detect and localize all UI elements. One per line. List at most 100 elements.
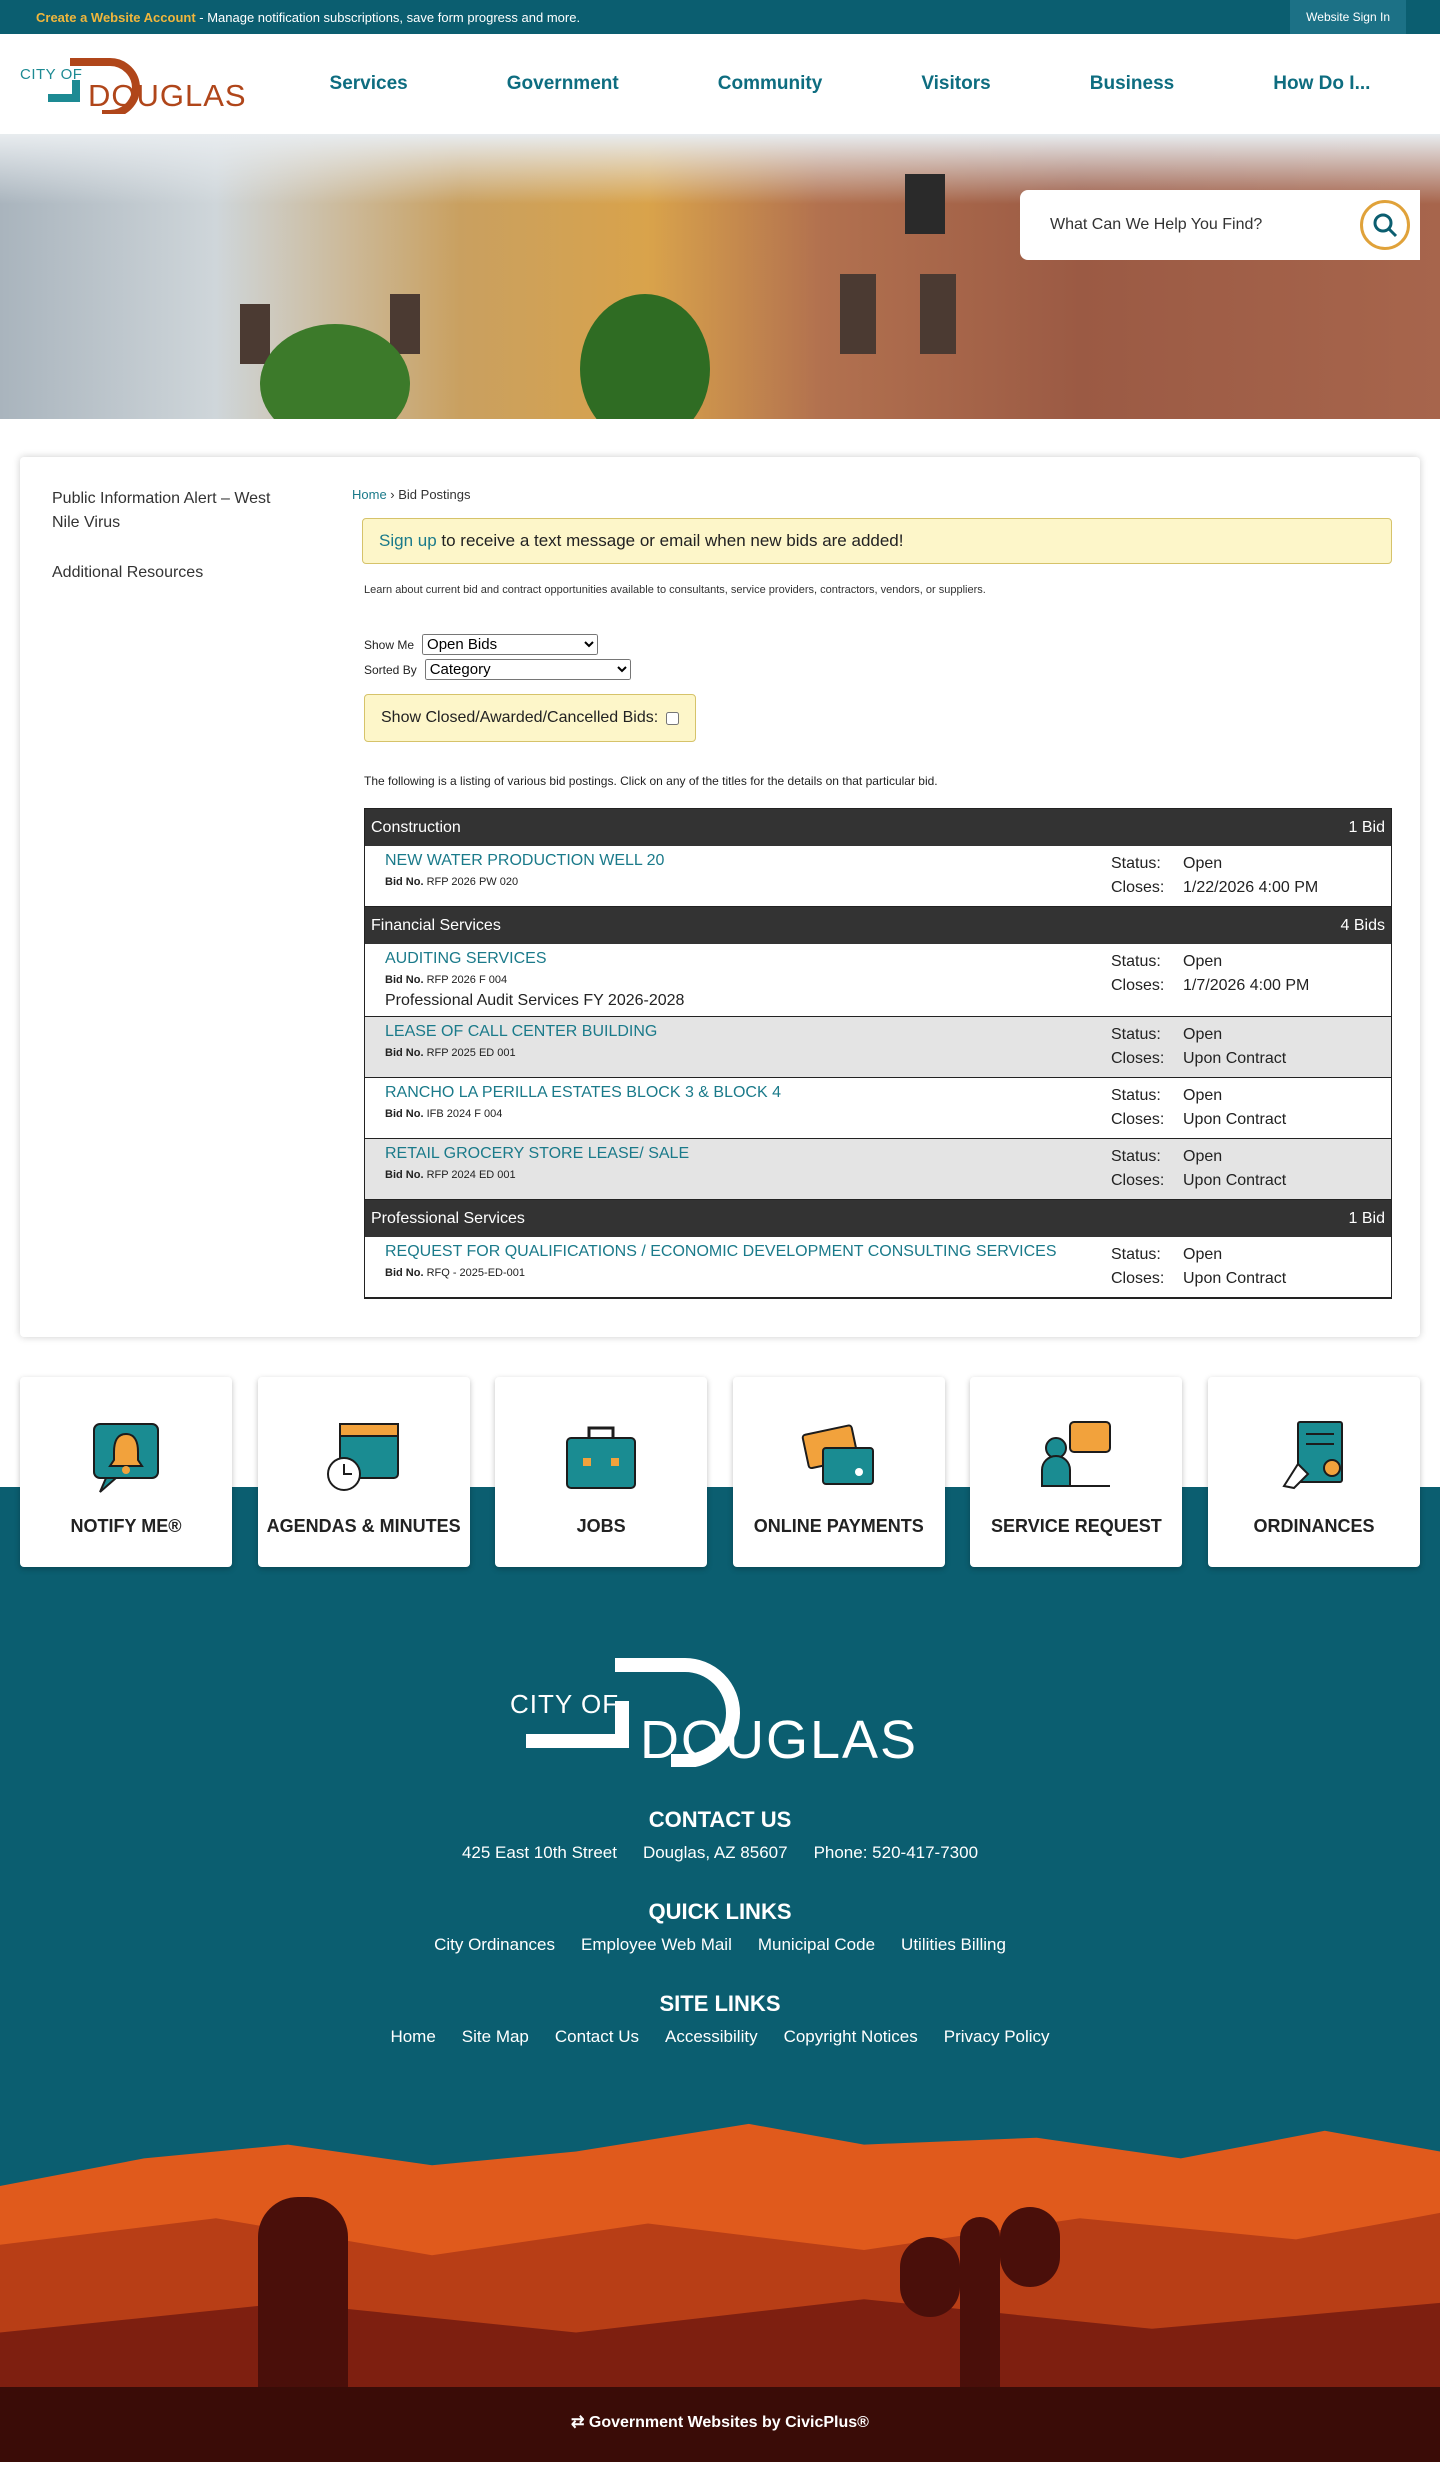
bid-title-link[interactable]: REQUEST FOR QUALIFICATIONS / ECONOMIC DE… — [385, 1243, 1057, 1260]
hero-window — [390, 294, 420, 354]
status-value: Open — [1183, 1026, 1223, 1043]
footer-site-link[interactable]: Contact Us — [555, 2027, 639, 2047]
status-label: Status: — [1111, 953, 1161, 970]
show-closed-checkbox[interactable] — [666, 711, 680, 725]
nav-visitors[interactable]: Visitors — [921, 73, 990, 95]
footer-site-link[interactable]: Accessibility — [665, 2027, 758, 2047]
contact-title: CONTACT US — [648, 1807, 792, 1832]
bid-closes-line: Closes: Upon Contract — [1111, 1267, 1371, 1291]
signup-link[interactable]: Sign up — [379, 531, 437, 550]
credits-text: Government Websites by CivicPlus® — [588, 2414, 869, 2431]
status-label: Status: — [1111, 1087, 1161, 1104]
breadcrumb-current: Bid Postings — [398, 487, 471, 502]
footer-site-link[interactable]: Home — [390, 2027, 435, 2047]
bid-row: AUDITING SERVICES Bid No. RFP 2026 F 004 P… — [365, 944, 1391, 1017]
closes-label: Closes: — [1111, 1270, 1165, 1287]
site-header: CITY OF DOUGLAS Services Government Commun… — [0, 34, 1440, 134]
footer-site-link[interactable]: Site Map — [462, 2027, 529, 2047]
category-count: 1 Bid — [1348, 1209, 1385, 1227]
bid-number: Bid No. RFP 2026 F 004 — [385, 974, 684, 986]
status-value: Open — [1183, 1148, 1223, 1165]
nav-business[interactable]: Business — [1090, 73, 1174, 95]
footer-quick-link[interactable]: Employee Web Mail — [581, 1935, 732, 1955]
closes-label: Closes: — [1111, 879, 1165, 896]
bid-status-line: Status: Open — [1111, 1243, 1371, 1267]
document-seal-icon — [1274, 1416, 1354, 1496]
category-name: Construction — [371, 818, 461, 836]
search-input[interactable] — [1050, 216, 1360, 234]
footer-quick-link[interactable]: City Ordinances — [434, 1935, 555, 1955]
status-value: Open — [1183, 855, 1223, 872]
footer-quick-link[interactable]: Municipal Code — [758, 1935, 875, 1955]
bid-title-link[interactable]: RETAIL GROCERY STORE LEASE/ SALE — [385, 1145, 689, 1162]
footer-logo[interactable]: CITY OF DOUGLAS — [510, 1657, 930, 1770]
closes-label: Closes: — [1111, 977, 1165, 994]
bid-status: Status: Open Closes: Upon Contract — [1111, 1023, 1371, 1071]
bid-number-value: RFP 2025 ED 001 — [426, 1047, 516, 1059]
hero-window — [240, 304, 270, 364]
footer: CITY OF DOUGLAS CONTACT US 425 East 10th… — [0, 1587, 1440, 2087]
bid-title-link[interactable]: RANCHO LA PERILLA ESTATES BLOCK 3 & BLOC… — [385, 1084, 781, 1101]
quick-link-online-payments[interactable]: ONLINE PAYMENTS — [732, 1377, 945, 1567]
footer-quick-link[interactable]: Utilities Billing — [901, 1935, 1006, 1955]
footer-site-link[interactable]: Copyright Notices — [784, 2027, 918, 2047]
credit-card-icon — [799, 1416, 879, 1496]
breadcrumb: Home › Bid Postings — [352, 487, 471, 502]
create-account-link[interactable]: Create a Website Account — [36, 10, 196, 25]
civicplus-credits[interactable]: ⇄ Government Websites by CivicPlus® — [0, 2412, 1440, 2432]
bid-number-value: IFB 2024 F 004 — [426, 1108, 503, 1120]
nav-services[interactable]: Services — [330, 73, 408, 95]
bid-status: Status: Open Closes: Upon Contract — [1111, 1084, 1371, 1132]
website-sign-in-button[interactable]: Website Sign In — [1290, 0, 1406, 34]
sorted-by-select[interactable]: Category — [424, 659, 631, 680]
bid-number-value: RFP 2026 F 004 — [426, 974, 508, 986]
search-button[interactable] — [1360, 200, 1410, 250]
quick-link-label: JOBS — [576, 1516, 626, 1536]
show-me-label: Show Me — [364, 637, 415, 652]
search-icon — [1373, 213, 1398, 238]
nav-government[interactable]: Government — [507, 73, 619, 95]
bid-closes-line: Closes: Upon Contract — [1111, 1169, 1371, 1193]
signup-text: to receive a text message or email when … — [436, 531, 904, 550]
bid-row: REQUEST FOR QUALIFICATIONS / ECONOMIC DE… — [365, 1237, 1391, 1298]
status-label: Status: — [1111, 1246, 1161, 1263]
bid-title-link[interactable]: LEASE OF CALL CENTER BUILDING — [385, 1023, 657, 1040]
closes-label: Closes: — [1111, 1172, 1165, 1189]
main-nav: Services Government Community Visitors Busin… — [240, 73, 1420, 95]
sidebar-link[interactable]: Additional Resources — [52, 561, 302, 585]
bid-filters: Show Me Open Bids Sorted By Category — [364, 634, 1392, 680]
bid-number: Bid No. RFP 2024 ED 001 — [385, 1169, 689, 1181]
bid-closes-line: Closes: 1/22/2026 4:00 PM — [1111, 876, 1371, 900]
quick-link-notify-me[interactable]: NOTIFY ME® — [20, 1377, 232, 1567]
bid-status-line: Status: Open — [1111, 1145, 1371, 1169]
quick-link-ordinances[interactable]: ORDINANCES — [1207, 1377, 1420, 1567]
sidebar-link[interactable]: Public Information Alert – West Nile Vir… — [52, 487, 302, 535]
bid-row: RETAIL GROCERY STORE LEASE/ SALE Bid No. … — [365, 1139, 1391, 1200]
status-value: Open — [1183, 953, 1223, 970]
chat-person-icon — [1036, 1416, 1116, 1496]
category-header: Professional Services 1 Bid — [365, 1200, 1391, 1237]
bid-info: REQUEST FOR QUALIFICATIONS / ECONOMIC DE… — [385, 1243, 1057, 1291]
bid-title-link[interactable]: NEW WATER PRODUCTION WELL 20 — [385, 852, 664, 869]
bid-status: Status: Open Closes: Upon Contract — [1111, 1243, 1371, 1291]
show-me-select[interactable]: Open Bids — [422, 634, 599, 655]
bid-number-label: Bid No. — [385, 1108, 424, 1120]
bid-status-line: Status: Open — [1111, 950, 1371, 974]
cactus-silhouette — [900, 2237, 960, 2317]
status-label: Status: — [1111, 855, 1161, 872]
bid-number-value: RFP 2024 ED 001 — [426, 1169, 516, 1181]
quick-link-label: NOTIFY ME® — [70, 1516, 182, 1536]
quick-link-agendas-minutes[interactable]: AGENDAS & MINUTES — [257, 1377, 470, 1567]
hero-window — [920, 274, 956, 354]
nav-how-do-i[interactable]: How Do I... — [1273, 73, 1370, 95]
breadcrumb-home-link[interactable]: Home — [352, 487, 387, 502]
quick-link-service-request[interactable]: SERVICE REQUEST — [970, 1377, 1183, 1567]
quick-link-jobs[interactable]: JOBS — [495, 1377, 708, 1567]
bid-info: LEASE OF CALL CENTER BUILDING Bid No. RFP… — [385, 1023, 657, 1071]
quick-link-label: AGENDAS & MINUTES — [266, 1516, 461, 1536]
signup-alert: Sign up to receive a text message or ema… — [362, 518, 1392, 564]
nav-community[interactable]: Community — [718, 73, 823, 95]
footer-site-link[interactable]: Privacy Policy — [944, 2027, 1050, 2047]
bid-title-link[interactable]: AUDITING SERVICES — [385, 950, 547, 967]
site-logo[interactable]: CITY OF DOUGLAS — [20, 54, 246, 114]
